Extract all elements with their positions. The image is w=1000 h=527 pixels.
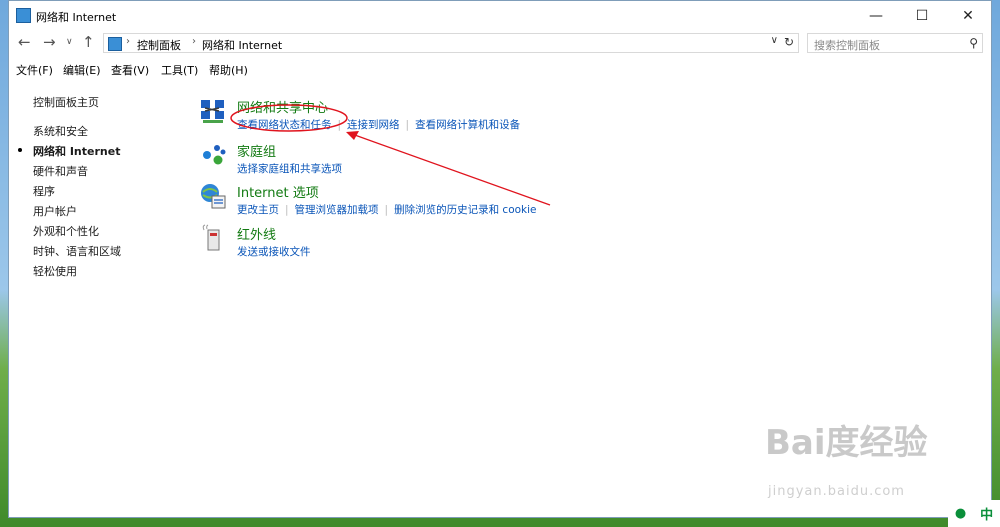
paw-icon: ● [954, 506, 967, 521]
active-bullet-icon [18, 148, 22, 152]
refresh-icon[interactable]: ↻ [784, 35, 794, 49]
link-manage-addons[interactable]: 管理浏览器加载项 [295, 204, 379, 216]
menu-file[interactable]: 文件(F) [16, 62, 53, 78]
sidebar-item-appearance[interactable]: 外观和个性化 [33, 223, 99, 239]
link-send-receive-files[interactable]: 发送或接收文件 [237, 246, 311, 258]
search-icon[interactable]: ⚲ [969, 36, 978, 50]
category-title[interactable]: Internet 选项 [237, 182, 319, 201]
link-divider: | [285, 204, 289, 216]
maximize-button[interactable]: ☐ [899, 1, 945, 30]
watermark-url: jingyan.baidu.com [768, 484, 905, 499]
category-title[interactable]: 家庭组 [237, 141, 276, 160]
link-connect-network[interactable]: 连接到网络 [347, 119, 400, 131]
search-input[interactable]: 搜索控制面板 ⚲ [807, 33, 983, 53]
sidebar-item-ease-of-access[interactable]: 轻松使用 [33, 263, 77, 279]
sidebar-item-label: 网络和 Internet [33, 145, 121, 158]
up-arrow-icon[interactable]: ↑ [82, 33, 95, 51]
category-title[interactable]: 红外线 [237, 224, 276, 243]
sidebar-item-network-internet: 网络和 Internet [18, 143, 121, 159]
chevron-right-icon: › [126, 36, 130, 47]
category-links: 选择家庭组和共享选项 [237, 161, 342, 176]
link-divider: | [384, 204, 389, 216]
recent-locations-chevron-icon[interactable]: ∨ [66, 37, 73, 47]
link-view-network-status[interactable]: 查看网络状态和任务 [237, 119, 332, 131]
back-arrow-icon[interactable]: ← [18, 33, 31, 51]
link-divider: | [337, 119, 342, 131]
category-links: 发送或接收文件 [237, 244, 311, 259]
menu-edit[interactable]: 编辑(E) [63, 62, 101, 78]
search-placeholder: 搜索控制面板 [814, 39, 880, 52]
chevron-right-icon: › [192, 36, 196, 47]
chevron-down-icon[interactable]: ∨ [771, 35, 778, 46]
sidebar-item-system-security[interactable]: 系统和安全 [33, 123, 88, 139]
breadcrumb-network-internet[interactable]: 网络和 Internet [202, 37, 282, 53]
sidebar-item-clock-language-region[interactable]: 时钟、语言和区域 [33, 243, 121, 259]
category-links: 更改主页 | 管理浏览器加载项 | 删除浏览的历史记录和 cookie [237, 202, 537, 217]
control-panel-icon [16, 8, 31, 23]
menu-view[interactable]: 查看(V) [111, 62, 149, 78]
link-delete-history[interactable]: 删除浏览的历史记录和 cookie [394, 204, 536, 216]
link-change-homepage[interactable]: 更改主页 [237, 204, 279, 216]
link-divider: | [405, 119, 410, 131]
title-bar: 网络和 Internet — ☐ ✕ [9, 1, 991, 30]
address-row: ← → ∨ ↑ › 控制面板 › 网络和 Internet ∨ ↻ 搜索控制面板… [9, 30, 991, 56]
internet-options-icon [201, 184, 226, 209]
category-links: 查看网络状态和任务 | 连接到网络 | 查看网络计算机和设备 [237, 117, 520, 132]
forward-arrow-icon[interactable]: → [43, 33, 56, 51]
sidebar-item-hardware-sound[interactable]: 硬件和声音 [33, 163, 88, 179]
breadcrumb-control-panel[interactable]: 控制面板 [137, 37, 181, 53]
sidebar-item-home[interactable]: 控制面板主页 [33, 94, 99, 110]
address-bar[interactable]: › 控制面板 › 网络和 Internet ∨ ↻ [103, 33, 799, 53]
network-sharing-center-icon [201, 100, 224, 123]
category-title[interactable]: 网络和共享中心 [237, 97, 328, 116]
menu-tools[interactable]: 工具(T) [161, 62, 198, 78]
sidebar-item-user-accounts[interactable]: 用户帐户 [33, 203, 77, 219]
link-homegroup-options[interactable]: 选择家庭组和共享选项 [237, 163, 342, 175]
link-view-network-computers[interactable]: 查看网络计算机和设备 [415, 119, 520, 131]
menu-help[interactable]: 帮助(H) [209, 62, 248, 78]
infrared-icon [202, 224, 220, 251]
ime-language-indicator[interactable]: 中 [980, 504, 993, 523]
close-button[interactable]: ✕ [945, 1, 991, 30]
minimize-button[interactable]: — [853, 1, 899, 30]
menu-bar: 文件(F) 编辑(E) 查看(V) 工具(T) 帮助(H) [9, 59, 991, 79]
window-title: 网络和 Internet [36, 11, 117, 24]
ime-tray[interactable]: ● 中 [948, 500, 1000, 527]
sidebar-item-programs[interactable]: 程序 [33, 183, 55, 199]
control-panel-icon [108, 37, 122, 51]
homegroup-icon [203, 145, 226, 165]
baidu-watermark: Bai度经验 [765, 423, 928, 463]
